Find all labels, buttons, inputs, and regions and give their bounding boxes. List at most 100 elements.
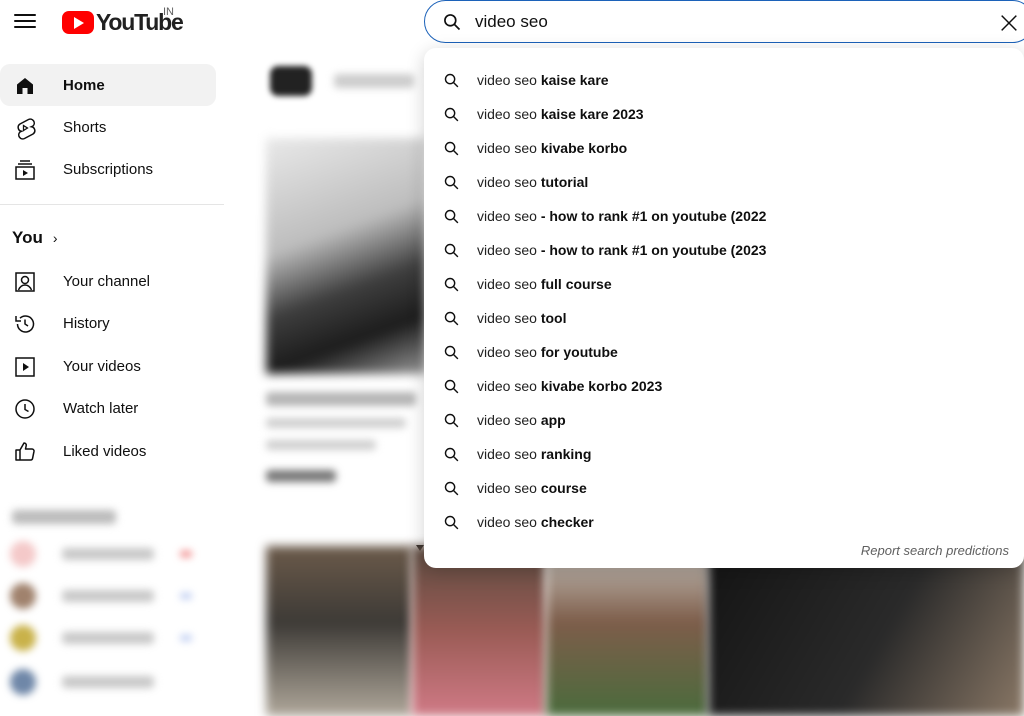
suggestion-query-prefix: video seo xyxy=(477,174,541,190)
sidebar-item-label: Home xyxy=(63,77,105,94)
suggestion-text: video seo for youtube xyxy=(477,344,618,360)
video-meta-blurred xyxy=(266,440,376,450)
filter-chip-blurred[interactable] xyxy=(334,74,414,88)
suggestion-query-prefix: video seo xyxy=(477,106,541,122)
sidebar-item-subscriptions[interactable]: Subscriptions xyxy=(0,148,216,190)
you-section-header[interactable]: You › xyxy=(12,228,58,248)
shorts-thumbnail-blurred[interactable] xyxy=(546,546,708,716)
report-search-predictions-link[interactable]: Report search predictions xyxy=(861,543,1009,558)
new-indicator xyxy=(180,593,192,599)
sidebar-divider xyxy=(0,204,224,205)
sidebar-item-home[interactable]: Home xyxy=(0,64,216,106)
avatar xyxy=(10,541,36,567)
suggestion-completion: - how to rank #1 on youtube (2023 xyxy=(541,242,767,258)
suggestion-text: video seo tool xyxy=(477,310,566,326)
search-icon xyxy=(443,378,460,395)
suggestion-completion: kaise kare 2023 xyxy=(541,106,644,122)
clock-icon xyxy=(13,397,37,421)
suggestion-item[interactable]: video seo app xyxy=(424,403,1024,437)
suggestion-query-prefix: video seo xyxy=(477,140,541,156)
sidebar-item-label: History xyxy=(63,315,110,332)
sidebar-item-history[interactable]: History xyxy=(0,302,216,344)
sidebar-item-label: Shorts xyxy=(63,119,106,136)
suggestion-text: video seo kaise kare 2023 xyxy=(477,106,644,122)
search-icon xyxy=(443,480,460,497)
suggestion-item[interactable]: video seo course xyxy=(424,471,1024,505)
play-icon xyxy=(13,355,37,379)
suggestion-text: video seo kivabe korbo 2023 xyxy=(477,378,662,394)
suggestion-query-prefix: video seo xyxy=(477,310,541,326)
suggestion-query-prefix: video seo xyxy=(477,208,541,224)
close-icon xyxy=(998,12,1020,34)
suggestion-completion: full course xyxy=(541,276,612,292)
search-box[interactable] xyxy=(424,0,1024,43)
shorts-thumbnail-blurred[interactable] xyxy=(412,546,546,716)
search-icon xyxy=(443,446,460,463)
menu-button[interactable] xyxy=(12,10,38,34)
search-icon xyxy=(443,72,460,89)
suggestion-text: video seo full course xyxy=(477,276,612,292)
sidebar-item-liked-videos[interactable]: Liked videos xyxy=(0,430,216,472)
suggestion-item[interactable]: video seo kaise kare 2023 xyxy=(424,97,1024,131)
suggestion-item[interactable]: video seo kivabe korbo 2023 xyxy=(424,369,1024,403)
suggestion-item[interactable]: video seo kaise kare xyxy=(424,63,1024,97)
suggestion-text: video seo - how to rank #1 on youtube (2… xyxy=(477,208,766,224)
suggestion-item[interactable]: video seo tool xyxy=(424,301,1024,335)
suggestion-completion: tool xyxy=(541,310,567,326)
suggestion-query-prefix: video seo xyxy=(477,378,541,394)
suggestion-text: video seo checker xyxy=(477,514,594,530)
course-thumbnail-blurred[interactable] xyxy=(708,546,1024,716)
suggestion-completion: checker xyxy=(541,514,594,530)
suggestion-item[interactable]: video seo - how to rank #1 on youtube (2… xyxy=(424,199,1024,233)
suggestion-text: video seo kaise kare xyxy=(477,72,609,88)
suggestion-text: video seo tutorial xyxy=(477,174,588,190)
subscription-item[interactable] xyxy=(10,540,154,568)
sidebar-item-your-videos[interactable]: Your videos xyxy=(0,345,216,387)
sidebar-item-watch-later[interactable]: Watch later xyxy=(0,387,216,429)
sidebar-item-your-channel[interactable]: Your channel xyxy=(0,260,216,302)
avatar xyxy=(10,625,36,651)
live-indicator xyxy=(180,551,192,557)
sidebar-item-shorts[interactable]: Shorts xyxy=(0,106,216,148)
suggestion-item[interactable]: video seo for youtube xyxy=(424,335,1024,369)
suggestion-item[interactable]: video seo - how to rank #1 on youtube (2… xyxy=(424,233,1024,267)
suggestion-completion: kaise kare xyxy=(541,72,609,88)
thumbs-up-icon xyxy=(13,440,37,464)
search-suggestions-dropdown: video seo kaise karevideo seo kaise kare… xyxy=(424,48,1024,568)
suggestion-item[interactable]: video seo ranking xyxy=(424,437,1024,471)
suggestion-text: video seo - how to rank #1 on youtube (2… xyxy=(477,242,766,258)
search-icon xyxy=(443,140,460,157)
history-icon xyxy=(13,312,37,336)
subscription-item[interactable] xyxy=(10,624,154,652)
home-icon xyxy=(13,74,37,98)
suggestion-item[interactable]: video seo kivabe korbo xyxy=(424,131,1024,165)
suggestion-completion: ranking xyxy=(541,446,592,462)
sidebar-item-label: Watch later xyxy=(63,400,138,417)
suggestion-completion: tutorial xyxy=(541,174,588,190)
suggestion-query-prefix: video seo xyxy=(477,446,541,462)
youtube-page: YouTube IN Home Shorts Subscriptions You… xyxy=(0,0,1024,716)
suggestion-text: video seo ranking xyxy=(477,446,591,462)
suggestion-text: video seo app xyxy=(477,412,566,428)
subscription-name xyxy=(62,590,154,602)
suggestion-text: video seo kivabe korbo xyxy=(477,140,627,156)
subscription-item[interactable] xyxy=(10,668,154,696)
search-icon xyxy=(443,310,460,327)
search-icon xyxy=(443,514,460,531)
hamburger-line xyxy=(14,20,36,22)
suggestion-query-prefix: video seo xyxy=(477,412,541,428)
search-input[interactable] xyxy=(475,10,975,34)
video-thumbnail-blurred[interactable] xyxy=(266,138,426,374)
suggestion-query-prefix: video seo xyxy=(477,514,541,530)
suggestion-text: video seo course xyxy=(477,480,587,496)
search-icon xyxy=(443,242,460,259)
suggestion-item[interactable]: video seo tutorial xyxy=(424,165,1024,199)
filter-chip-blurred[interactable] xyxy=(270,66,312,96)
suggestion-item[interactable]: video seo checker xyxy=(424,505,1024,539)
search-icon xyxy=(443,412,460,429)
subscription-item[interactable] xyxy=(10,582,154,610)
shorts-thumbnail-blurred[interactable] xyxy=(266,546,412,716)
clear-search-button[interactable] xyxy=(998,12,1020,34)
suggestion-item[interactable]: video seo full course xyxy=(424,267,1024,301)
search-icon xyxy=(443,174,460,191)
